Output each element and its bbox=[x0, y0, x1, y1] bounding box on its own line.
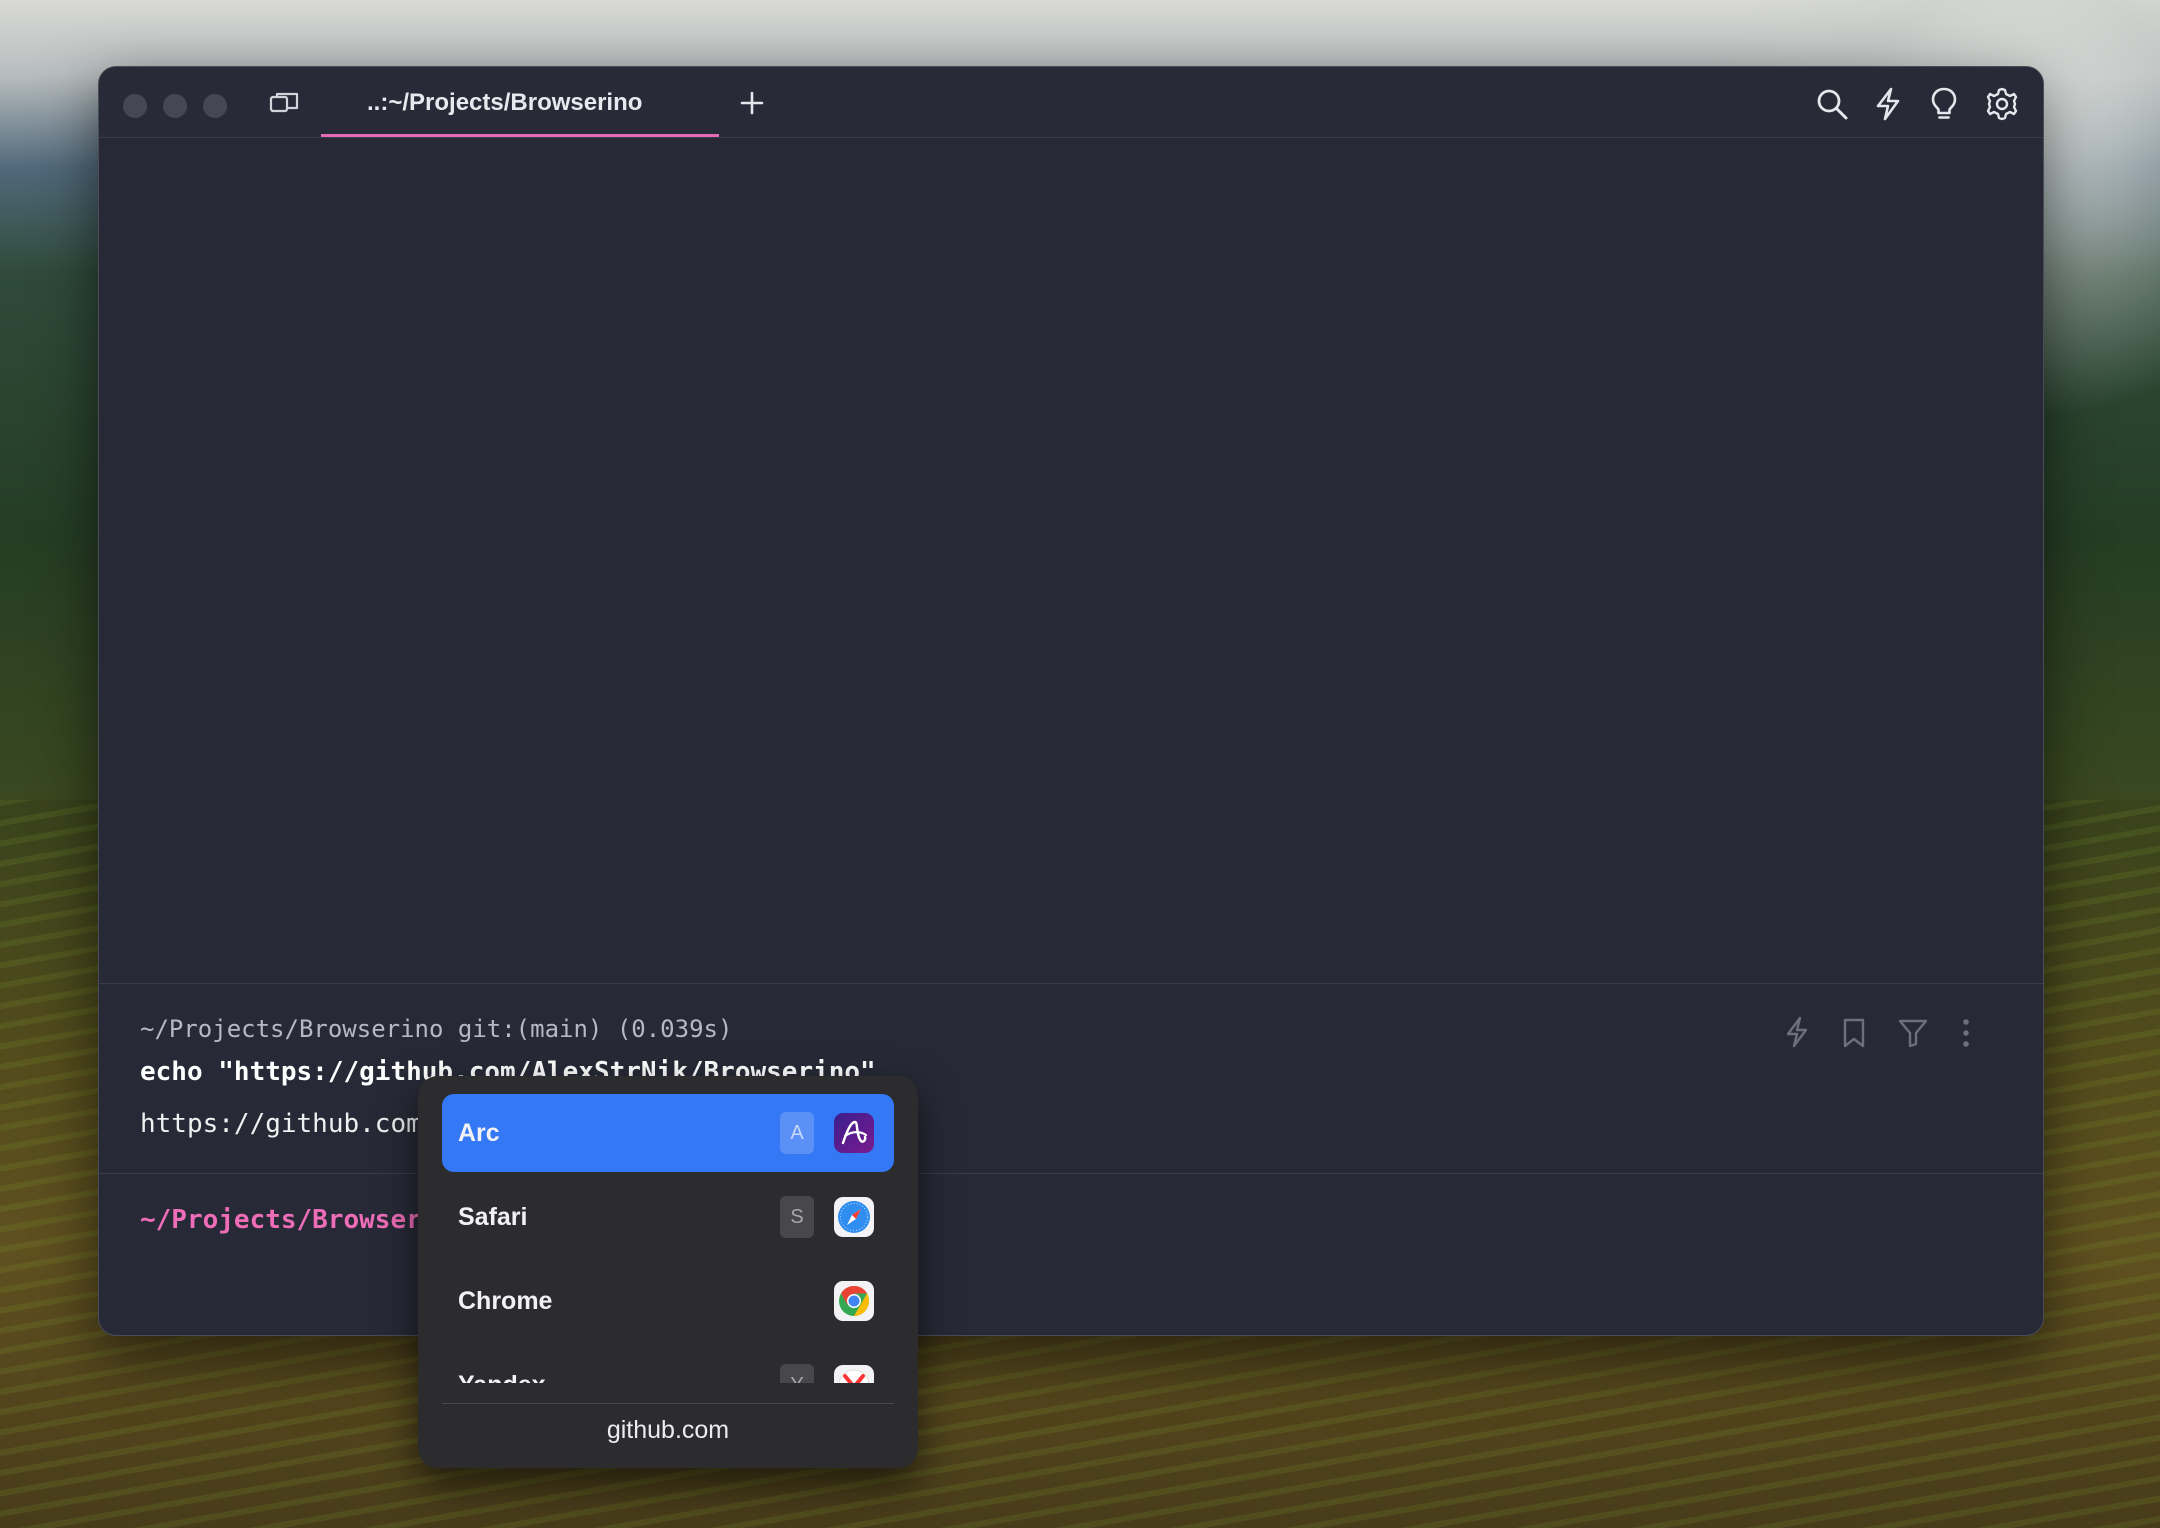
browser-item-chrome[interactable]: Chrome bbox=[442, 1262, 894, 1340]
active-tab-indicator bbox=[321, 134, 719, 137]
picker-url-label: github.com bbox=[606, 1416, 730, 1444]
block-top-divider bbox=[99, 983, 2043, 984]
browser-item-arc[interactable]: Arc A bbox=[442, 1094, 894, 1172]
close-window-button[interactable] bbox=[123, 94, 147, 118]
browser-item-safari[interactable]: Safari S bbox=[442, 1178, 894, 1256]
tab-title: ..:~/Projects/Browserino bbox=[367, 89, 643, 116]
new-tab-plus-icon[interactable] bbox=[739, 90, 765, 116]
picker-divider bbox=[442, 1403, 894, 1404]
browser-item-label: Arc bbox=[458, 1119, 500, 1147]
arc-app-icon bbox=[834, 1113, 874, 1153]
browser-list: Arc A Safari S Chrome bbox=[418, 1076, 918, 1383]
browser-item-label: Chrome bbox=[458, 1287, 553, 1315]
settings-gear-icon[interactable] bbox=[1985, 87, 2019, 121]
terminal-window: ..:~/Projects/Browserino ~/Projects/Brow… bbox=[98, 66, 2044, 1336]
browser-shortcut-key: A bbox=[780, 1112, 814, 1154]
browser-picker-popup: Arc A Safari S Chrome github.com bbox=[418, 1076, 918, 1468]
lightbulb-icon[interactable] bbox=[1931, 87, 1957, 121]
block-bottom-divider bbox=[99, 1173, 2043, 1174]
bookmark-icon[interactable] bbox=[1841, 1017, 1867, 1049]
safari-app-icon bbox=[834, 1197, 874, 1237]
tab-browserino[interactable]: ..:~/Projects/Browserino bbox=[321, 67, 719, 137]
zoom-window-button[interactable] bbox=[203, 94, 227, 118]
filter-icon[interactable] bbox=[1897, 1017, 1929, 1049]
more-options-icon[interactable] bbox=[1961, 1017, 1971, 1049]
browser-shortcut-key: S bbox=[780, 1196, 814, 1238]
search-icon[interactable] bbox=[1815, 87, 1849, 121]
browser-shortcut-key: Y bbox=[780, 1364, 814, 1383]
workflows-lightning-icon[interactable] bbox=[1873, 87, 1903, 121]
browser-item-label: Yandex bbox=[458, 1371, 546, 1383]
tabs-panel-icon[interactable] bbox=[269, 91, 301, 115]
browser-item-yandex[interactable]: Yandex Y bbox=[442, 1346, 894, 1383]
minimize-window-button[interactable] bbox=[163, 94, 187, 118]
block-lightning-icon[interactable] bbox=[1783, 1015, 1811, 1049]
yandex-app-icon bbox=[834, 1365, 874, 1383]
browser-item-label: Safari bbox=[458, 1203, 528, 1231]
chrome-app-icon bbox=[834, 1281, 874, 1321]
block-header-path: ~/Projects/Browserino git:(main) (0.039s… bbox=[140, 1015, 733, 1043]
title-bar: ..:~/Projects/Browserino bbox=[99, 67, 2043, 138]
